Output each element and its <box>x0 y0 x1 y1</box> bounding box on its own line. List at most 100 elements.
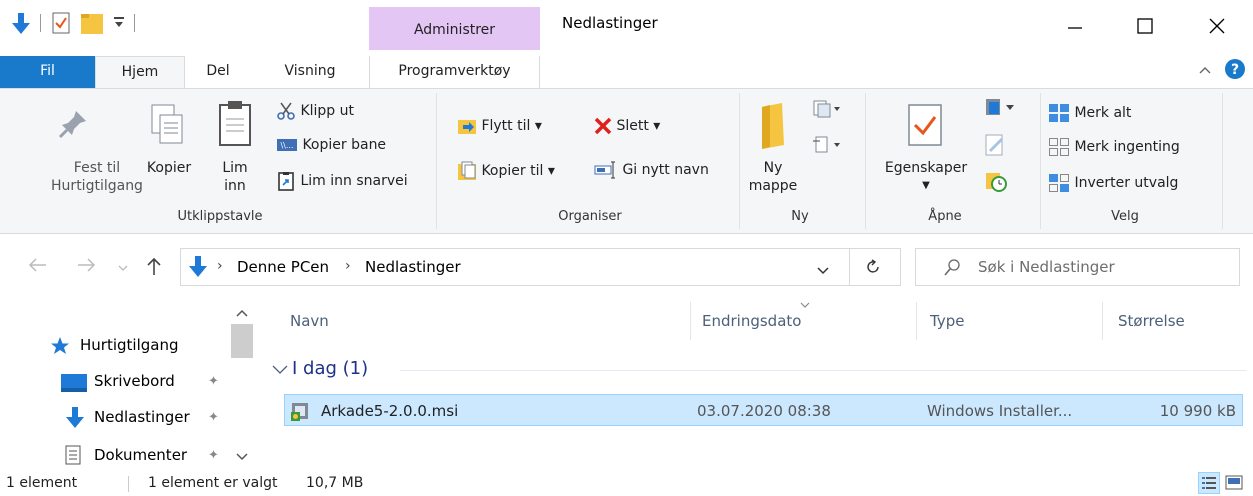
status-item-count: 1 element <box>6 475 78 491</box>
scroll-up-icon[interactable] <box>236 306 248 321</box>
delete-button[interactable]: Slett ▾ <box>594 117 660 135</box>
nav-item-documents[interactable]: Dokumenter ✦ <box>0 442 228 470</box>
details-view-icon[interactable] <box>1198 472 1220 496</box>
nav-item-desktop[interactable]: Skrivebord ✦ <box>0 368 228 396</box>
rename-label: Gi nytt navn <box>622 162 709 178</box>
easy-access-icon[interactable] <box>812 135 842 159</box>
copy-button[interactable]: Kopier <box>140 159 198 177</box>
paste-shortcut-label: Lim inn snarvei <box>300 173 408 189</box>
scroll-down-icon[interactable] <box>236 450 248 465</box>
tab-del[interactable]: Del <box>185 56 251 88</box>
invert-selection-button[interactable]: Inverter utvalg <box>1048 173 1178 193</box>
move-to-icon <box>458 120 476 134</box>
column-header-size[interactable]: Størrelse <box>1118 312 1185 330</box>
navigation-bar: › Denne PCen › Nedlastinger Søk i Nedlas… <box>0 234 1253 294</box>
breadcrumb-downloads[interactable]: Nedlastinger <box>365 258 461 276</box>
breadcrumb-this-pc[interactable]: Denne PCen <box>237 258 329 276</box>
cut-button[interactable]: Klipp ut <box>276 101 354 121</box>
close-button[interactable] <box>1194 8 1240 44</box>
paste-button[interactable]: Lim inn <box>212 159 258 195</box>
paste-shortcut-button[interactable]: Lim inn snarvei <box>276 171 408 191</box>
title-bar: Administrer Nedlastinger <box>0 0 1253 50</box>
nav-label-quick-access: Hurtigtilgang <box>80 336 179 354</box>
contextual-tab-group: Administrer <box>369 7 540 50</box>
history-icon[interactable] <box>984 169 1008 197</box>
folder-icon[interactable] <box>80 11 104 39</box>
select-all-label: Merk alt <box>1074 105 1132 121</box>
copy-to-button[interactable]: Kopier til ▾ <box>457 161 555 181</box>
group-header-today[interactable]: I dag (1) <box>272 358 1247 382</box>
tab-hjem[interactable]: Hjem <box>95 56 185 89</box>
maximize-button[interactable] <box>1122 8 1168 44</box>
nav-label-desktop: Skrivebord <box>94 372 175 390</box>
table-row[interactable]: Arkade5-2.0.0.msi 03.07.2020 08:38 Windo… <box>284 394 1243 426</box>
download-nav-icon <box>64 406 86 434</box>
pin-icon <box>58 109 88 143</box>
copy-path-button[interactable]: \\... Kopier bane <box>276 137 386 153</box>
properties-check-icon[interactable] <box>52 12 70 38</box>
collapse-ribbon-icon[interactable] <box>1198 64 1212 79</box>
pin-quick-access-button[interactable]: Fest til Hurtigtilgang <box>44 159 150 195</box>
tab-visning[interactable]: Visning <box>251 56 369 88</box>
breadcrumb-separator: › <box>217 258 223 274</box>
pinned-icon: ✦ <box>208 374 219 389</box>
status-selected: 1 element er valgt <box>148 475 278 491</box>
search-placeholder: Søk i Nedlastinger <box>978 258 1115 276</box>
minimize-button[interactable] <box>1052 8 1098 44</box>
column-header-date[interactable]: Endringsdato <box>702 312 801 330</box>
forward-icon[interactable] <box>76 258 96 276</box>
window-title: Nedlastinger <box>562 14 658 32</box>
breadcrumb-separator-2: › <box>345 258 351 274</box>
help-icon[interactable]: ? <box>1224 58 1246 84</box>
up-icon[interactable] <box>146 256 162 280</box>
large-icons-view-icon[interactable] <box>1224 473 1244 496</box>
copy-to-label: Kopier til <box>481 163 544 179</box>
edit-icon[interactable] <box>984 133 1006 161</box>
tab-fil[interactable]: Fil <box>0 56 95 90</box>
select-all-icon <box>1049 104 1069 122</box>
rename-icon <box>594 161 615 179</box>
download-location-icon <box>187 255 209 283</box>
tab-programverktoy[interactable]: Programverktøy <box>369 56 540 88</box>
invert-selection-icon <box>1049 174 1069 192</box>
group-label-new: Ny <box>791 209 809 224</box>
scrollbar-thumb[interactable] <box>231 324 253 358</box>
refresh-icon[interactable] <box>865 259 881 279</box>
column-header-name[interactable]: Navn <box>290 312 329 330</box>
open-icon[interactable] <box>982 97 1018 123</box>
group-header-label: I dag (1) <box>292 358 369 379</box>
select-none-button[interactable]: Merk ingenting <box>1048 137 1180 157</box>
recent-icon[interactable] <box>118 261 128 276</box>
address-bar[interactable]: › Denne PCen › Nedlastinger <box>180 248 901 286</box>
copy-to-icon <box>458 161 476 180</box>
ribbon: Fest til Hurtigtilgang Kopier Lim inn Kl… <box>0 88 1253 234</box>
status-size: 10,7 MB <box>306 475 364 491</box>
file-name: Arkade5-2.0.0.msi <box>321 402 459 420</box>
move-to-button[interactable]: Flytt til ▾ <box>457 117 542 135</box>
select-all-button[interactable]: Merk alt <box>1048 103 1131 123</box>
rename-button[interactable]: Gi nytt navn <box>594 161 709 179</box>
document-icon <box>64 445 82 469</box>
nav-item-downloads[interactable]: Nedlastinger ✦ <box>0 404 228 432</box>
search-field[interactable]: Søk i Nedlastinger <box>915 248 1240 286</box>
new-folder-label-1: Ny <box>763 160 783 176</box>
customize-toolbar-icon[interactable] <box>113 16 125 34</box>
nav-item-quick-access[interactable]: Hurtigtilgang <box>0 332 228 360</box>
file-date: 03.07.2020 08:38 <box>697 402 831 420</box>
ribbon-tabs: Fil Hjem Del Visning Programverktøy ? <box>0 50 1253 90</box>
address-history-dropdown[interactable] <box>817 264 829 279</box>
group-label-clipboard: Utklippstavle <box>177 209 263 224</box>
group-label-organize: Organiser <box>558 209 622 224</box>
delete-x-icon <box>594 117 612 135</box>
properties-button[interactable]: Egenskaper ▼ <box>876 159 976 195</box>
nav-label-downloads: Nedlastinger <box>94 408 190 426</box>
nav-pane-scrollbar[interactable] <box>229 294 255 470</box>
column-header-type[interactable]: Type <box>930 312 964 330</box>
svg-text:\\...: \\... <box>280 141 293 150</box>
download-icon[interactable] <box>10 12 32 40</box>
new-folder-icon <box>760 103 786 153</box>
back-icon[interactable] <box>28 258 48 276</box>
contextual-tab-group-label: Administrer <box>413 22 496 38</box>
new-item-icon[interactable] <box>812 99 842 123</box>
new-folder-button[interactable]: Ny mappe <box>748 159 798 195</box>
